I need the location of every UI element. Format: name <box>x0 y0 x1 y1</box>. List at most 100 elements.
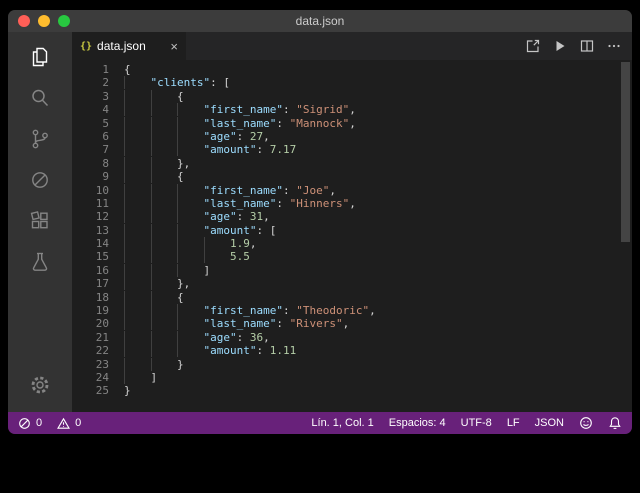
eol-setting[interactable]: LF <box>507 417 520 429</box>
debug-icon <box>28 168 52 192</box>
code-line[interactable]: 5.5 <box>124 250 632 263</box>
explorer-icon <box>28 45 52 69</box>
errors-icon <box>18 417 31 430</box>
activity-bar <box>8 32 72 412</box>
language-mode[interactable]: JSON <box>535 417 564 429</box>
line-number: 3 <box>72 90 109 103</box>
title-bar[interactable]: data.json <box>8 10 632 32</box>
code-line[interactable]: "last_name": "Hinners", <box>124 197 632 210</box>
notifications-bell-icon[interactable] <box>608 416 622 430</box>
feedback-smiley-icon[interactable] <box>579 416 593 430</box>
code-line[interactable]: } <box>124 384 632 397</box>
split-editor-icon <box>579 38 595 54</box>
activity-extensions-button[interactable] <box>27 208 53 234</box>
line-number: 10 <box>72 184 109 197</box>
code-line[interactable]: }, <box>124 157 632 170</box>
tab-close-button[interactable]: × <box>170 40 178 53</box>
code-line[interactable]: ] <box>124 371 632 384</box>
editor-actions <box>525 32 632 60</box>
code-line[interactable]: "last_name": "Rivers", <box>124 317 632 330</box>
code-line[interactable]: "amount": 1.11 <box>124 344 632 357</box>
tab-bar: {} data.json × <box>72 32 632 60</box>
code-line[interactable]: "age": 27, <box>124 130 632 143</box>
open-preview-icon <box>525 38 541 54</box>
cursor-position[interactable]: Lín. 1, Col. 1 <box>311 417 373 429</box>
zoom-window-button[interactable] <box>58 15 70 27</box>
code-line[interactable]: "first_name": "Theodoric", <box>124 304 632 317</box>
code-line[interactable]: "clients": [ <box>124 76 632 89</box>
line-number: 5 <box>72 117 109 130</box>
tab-data-json[interactable]: {} data.json × <box>72 32 186 60</box>
code-line[interactable]: "first_name": "Joe", <box>124 184 632 197</box>
more-actions-button[interactable] <box>606 38 622 54</box>
line-number: 25 <box>72 384 109 397</box>
line-number: 2 <box>72 76 109 89</box>
code-editor[interactable]: 1234567891011121314151617181920212223242… <box>72 60 632 412</box>
code-line[interactable]: "first_name": "Sigrid", <box>124 103 632 116</box>
code-line[interactable]: } <box>124 358 632 371</box>
warnings-count: 0 <box>75 417 81 429</box>
warnings-icon <box>57 417 70 430</box>
line-number: 1 <box>72 63 109 76</box>
line-number: 14 <box>72 237 109 250</box>
line-number: 12 <box>72 210 109 223</box>
settings-gear-button[interactable] <box>27 372 53 398</box>
status-bar-right: Lín. 1, Col. 1 Espacios: 4 UTF-8 LF JSON <box>311 416 622 430</box>
code-line[interactable]: "last_name": "Mannock", <box>124 117 632 130</box>
line-number: 6 <box>72 130 109 143</box>
status-bar: 0 0 Lín. 1, Col. 1 Espacios: 4 UTF-8 LF … <box>8 412 632 434</box>
code-line[interactable]: "age": 36, <box>124 331 632 344</box>
desktop-background: { "window": { "title": "data.json" }, "a… <box>0 0 640 493</box>
activity-source-control-button[interactable] <box>27 126 53 152</box>
code-line[interactable]: { <box>124 63 632 76</box>
line-number: 18 <box>72 291 109 304</box>
line-number: 17 <box>72 277 109 290</box>
line-number: 13 <box>72 224 109 237</box>
errors-count: 0 <box>36 417 42 429</box>
line-number: 20 <box>72 317 109 330</box>
activity-debug-button[interactable] <box>27 167 53 193</box>
code-line[interactable]: { <box>124 170 632 183</box>
gear-icon <box>29 374 51 396</box>
json-file-icon: {} <box>80 41 92 52</box>
line-number: 8 <box>72 157 109 170</box>
window-title: data.json <box>8 10 632 32</box>
close-window-button[interactable] <box>18 15 30 27</box>
gutter: 1234567891011121314151617181920212223242… <box>72 63 124 412</box>
traffic-lights <box>18 15 70 27</box>
run-icon <box>552 38 568 54</box>
indentation-setting[interactable]: Espacios: 4 <box>389 417 446 429</box>
activity-search-button[interactable] <box>27 85 53 111</box>
activity-explorer-button[interactable] <box>27 44 53 70</box>
code-line[interactable]: "age": 31, <box>124 210 632 223</box>
line-number: 7 <box>72 143 109 156</box>
line-number: 16 <box>72 264 109 277</box>
code-line[interactable]: "amount": 7.17 <box>124 143 632 156</box>
line-number: 21 <box>72 331 109 344</box>
line-number: 11 <box>72 197 109 210</box>
open-preview-button[interactable] <box>525 38 541 54</box>
line-number: 4 <box>72 103 109 116</box>
code-line[interactable]: 1.9, <box>124 237 632 250</box>
code-line[interactable]: }, <box>124 277 632 290</box>
encoding-setting[interactable]: UTF-8 <box>461 417 492 429</box>
run-file-button[interactable] <box>552 38 568 54</box>
problems-indicator[interactable]: 0 0 <box>18 417 81 430</box>
source-control-icon <box>28 127 52 151</box>
minimize-window-button[interactable] <box>38 15 50 27</box>
code-line[interactable]: "amount": [ <box>124 224 632 237</box>
line-number: 24 <box>72 371 109 384</box>
line-number: 9 <box>72 170 109 183</box>
code-line[interactable]: ] <box>124 264 632 277</box>
split-editor-button[interactable] <box>579 38 595 54</box>
tab-label: data.json <box>97 39 146 53</box>
line-number: 23 <box>72 358 109 371</box>
vertical-scrollbar[interactable] <box>621 62 630 242</box>
code-line[interactable]: { <box>124 291 632 304</box>
beaker-icon <box>28 250 52 274</box>
extensions-icon <box>28 209 52 233</box>
ellipsis-icon <box>606 38 622 54</box>
code-line[interactable]: { <box>124 90 632 103</box>
activity-test-button[interactable] <box>27 249 53 275</box>
code-lines: { "clients": [ { "first_name": "Sigrid",… <box>124 63 632 412</box>
